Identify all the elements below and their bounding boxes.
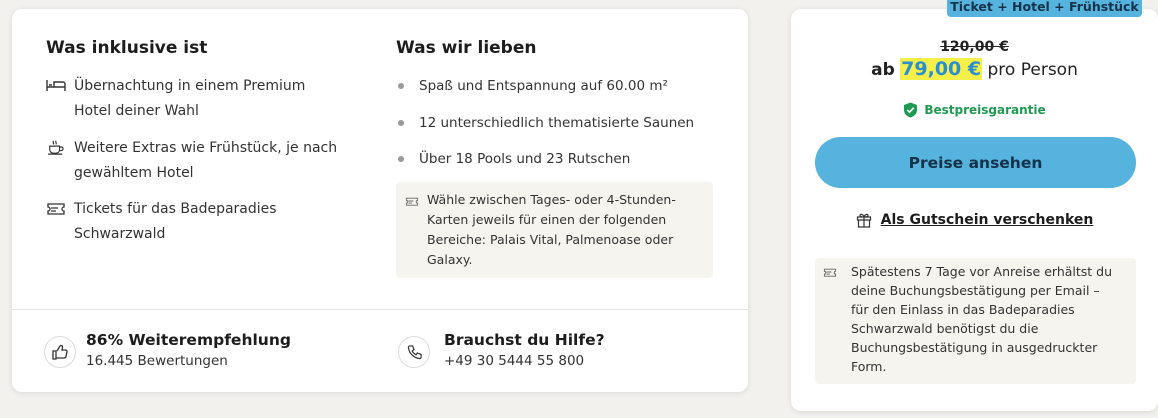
gift-icon [856,213,871,228]
included-item-text: gewähltem Hotel [74,165,194,181]
price-line: ab 79,00 € pro Person [791,58,1158,80]
phone-icon [398,336,430,368]
included-item-hotel: Übernachtung in einem Premium Hotel dein… [46,74,346,124]
love-bullet: 12 unterschiedlich thematisierte Saunen [396,115,694,131]
recommendation-title: 86% Weiterempfehlung [86,331,291,349]
included-item-text: Tickets für das Badeparadies [74,201,277,217]
best-price-guarantee: Bestpreisgarantie [791,102,1158,118]
included-item-text: Übernachtung in einem Premium [74,78,306,94]
ticket-icon [405,197,419,206]
help-phone-number[interactable]: +49 30 5444 55 800 [444,353,584,369]
package-details-card: Was inklusive ist Übernachtung in einem … [12,9,748,392]
show-prices-button[interactable]: Preise ansehen [815,137,1136,188]
included-item-tickets: Tickets für das Badeparadies Schwarzwald [46,197,346,247]
gift-voucher-link[interactable]: Als Gutschein verschenken [791,212,1158,228]
notice-text: Buchungsbestätigung in ausgedruckter [851,340,1098,355]
booking-notice-box: Spätestens 7 Tage vor Anreise erhältst d… [815,258,1136,384]
pricing-card: 120,00 € ab 79,00 € pro Person Bestpreis… [791,9,1158,411]
current-price: 79,00 € [900,58,983,80]
included-item-extras: Weitere Extras wie Frühstück, je nach ge… [46,136,346,186]
price-prefix: ab [871,60,895,80]
bullet-icon [398,120,404,126]
price-suffix: pro Person [987,60,1078,80]
package-type-badge: Ticket + Hotel + Frühstück [947,0,1142,17]
bullet-icon [398,83,404,89]
ticket-icon [47,203,65,215]
info-text: Galaxy. [427,252,473,267]
thumbs-up-icon [44,336,76,368]
shield-check-icon [904,102,918,118]
notice-text: deine Buchungsbestätigung per Email – [851,283,1100,298]
notice-text: für den Einlass in das Badeparadies [851,302,1075,317]
info-text: Karten jeweils für einen der folgenden [427,212,667,227]
review-count: 16.445 Bewertungen [86,353,228,369]
bullet-icon [398,156,404,162]
info-text: Wähle zwischen Tages- oder 4-Stunden- [427,192,676,207]
notice-text: Schwarzwald benötigst du die [851,321,1039,336]
help-title: Brauchst du Hilfe? [444,331,605,349]
info-text: Bereiche: Palais Vital, Palmenoase oder [427,232,674,247]
ticket-info-box: Wähle zwischen Tages- oder 4-Stunden- Ka… [396,182,713,278]
included-item-text: Hotel deiner Wahl [74,103,199,119]
notice-text: Form. [851,359,887,374]
included-item-text: Weitere Extras wie Frühstück, je nach [74,140,338,156]
coffee-cup-icon [48,140,64,155]
notice-text: Spätestens 7 Tage vor Anreise erhältst d… [851,264,1113,279]
bed-icon [46,80,66,91]
included-heading: Was inklusive ist [46,38,208,58]
old-price: 120,00 € [940,39,1009,55]
included-item-text: Schwarzwald [74,226,166,242]
love-heading: Was wir lieben [396,38,537,58]
ticket-icon [823,268,837,277]
love-bullet: Spaß und Entspannung auf 60.00 m² [396,78,668,94]
love-bullet: Über 18 Pools und 23 Rutschen [396,151,630,167]
section-divider [12,309,748,310]
